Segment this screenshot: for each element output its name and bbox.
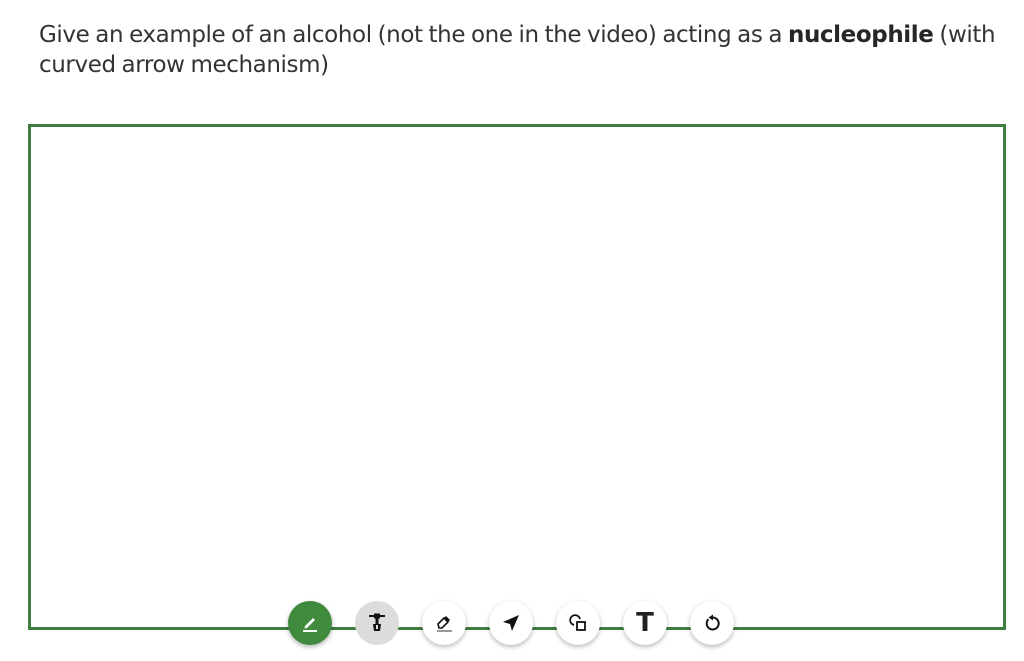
pointer-arrow-icon [500, 612, 522, 634]
shapes-tool-button[interactable] [556, 601, 600, 645]
question-text-prefix: Give an example of an alcohol (not the o… [39, 22, 788, 48]
drawing-toolbar: T [288, 601, 734, 645]
page: Give an example of an alcohol (not the o… [0, 0, 1024, 661]
pen-tool-button[interactable] [288, 601, 332, 645]
question-prompt: Give an example of an alcohol (not the o… [39, 20, 1019, 80]
eraser-icon [433, 612, 455, 634]
pencil-icon [299, 612, 321, 634]
drawing-canvas[interactable] [28, 124, 1006, 630]
highlighter-tool-button[interactable] [355, 601, 399, 645]
shapes-icon [567, 612, 589, 634]
text-icon: T [636, 608, 654, 638]
eraser-tool-button[interactable] [422, 601, 466, 645]
text-tool-button[interactable]: T [623, 601, 667, 645]
marker-icon [366, 612, 388, 634]
question-emphasis: nucleophile [787, 22, 934, 48]
undo-icon [701, 612, 723, 634]
select-tool-button[interactable] [489, 601, 533, 645]
undo-button[interactable] [690, 601, 734, 645]
